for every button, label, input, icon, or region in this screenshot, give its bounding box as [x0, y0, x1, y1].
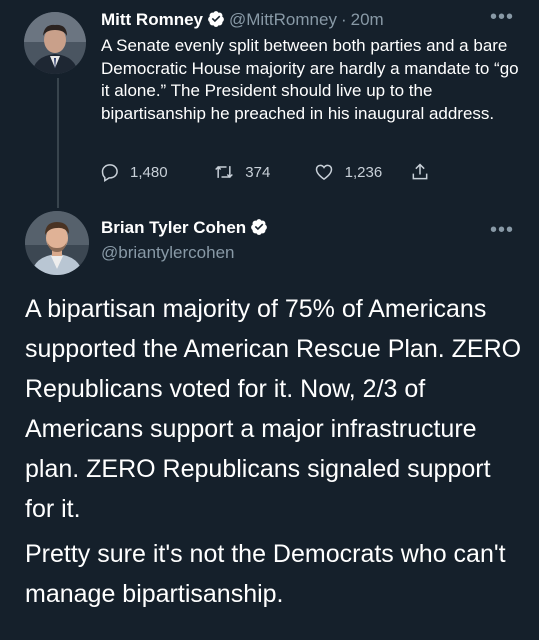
share-icon — [412, 163, 428, 180]
tweet1-actions: 1,480 374 1,236 — [100, 160, 440, 184]
reply-icon — [101, 164, 118, 182]
verified-badge-icon — [207, 10, 225, 33]
tweet1-author-name[interactable]: Mitt Romney — [101, 10, 203, 29]
reply-button[interactable]: 1,480 — [100, 162, 213, 182]
reply-count: 1,480 — [130, 163, 168, 181]
like-count: 1,236 — [344, 163, 383, 181]
retweet-icon — [215, 165, 234, 179]
tweet1-handle[interactable]: @MittRomney — [229, 10, 337, 29]
tweet2-author-name[interactable]: Brian Tyler Cohen — [101, 218, 246, 237]
tweet2-paragraph-2: Pretty sure it's not the Democrats who c… — [25, 540, 506, 608]
more-options-icon[interactable]: ••• — [490, 219, 514, 242]
avatar-mitt-romney[interactable] — [24, 12, 86, 74]
share-button[interactable] — [410, 161, 440, 183]
tweet1-header: Mitt Romney @MittRomney · 20m — [101, 10, 384, 33]
tweet1-timestamp[interactable]: 20m — [351, 10, 384, 29]
more-options-icon[interactable]: ••• — [490, 6, 514, 29]
verified-badge-icon — [250, 218, 268, 241]
retweet-button[interactable]: 374 — [213, 162, 312, 182]
tweet2-handle[interactable]: @briantylercohen — [101, 243, 235, 263]
tweet2-paragraph-1: A bipartisan majority of 75% of American… — [25, 295, 522, 523]
tweet2-header: Brian Tyler Cohen — [101, 218, 272, 241]
thread-line — [57, 78, 59, 208]
heart-icon — [315, 164, 332, 180]
avatar-brian-tyler-cohen[interactable] — [25, 211, 89, 275]
tweet1-separator: · — [340, 10, 347, 29]
retweet-count: 374 — [245, 163, 271, 181]
like-button[interactable]: 1,236 — [313, 162, 410, 182]
tweet1-text: A Senate evenly split between both parti… — [101, 36, 519, 123]
